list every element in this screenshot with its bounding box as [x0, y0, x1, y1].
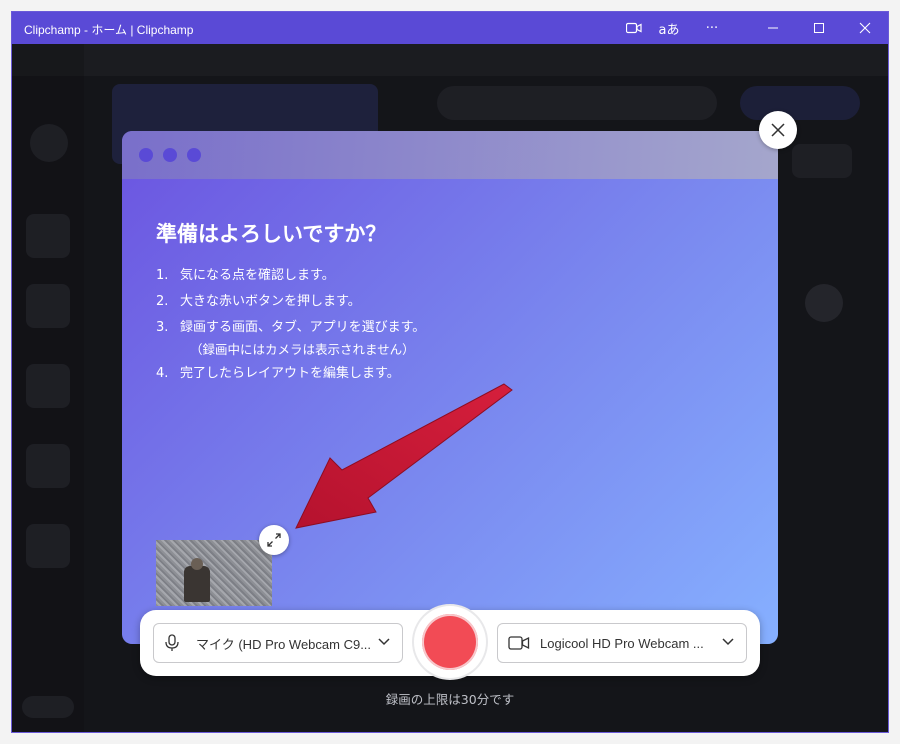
microphone-icon	[164, 634, 188, 652]
recording-limit-text: 録画の上限は30分です	[385, 692, 515, 707]
record-button[interactable]	[422, 614, 478, 670]
chevron-down-icon	[722, 635, 734, 649]
camera-label: Logicool HD Pro Webcam ...	[540, 635, 704, 651]
expand-icon[interactable]	[259, 525, 289, 555]
camera-preview	[156, 540, 272, 606]
chevron-down-icon	[378, 635, 390, 649]
microphone-label: マイク (HD Pro Webcam C9...	[196, 636, 372, 652]
close-icon[interactable]	[759, 111, 797, 149]
app-window: Clipchamp - ホーム | Clipchamp aあ ··· 準備はよろ…	[12, 12, 888, 732]
camera-select[interactable]: Logicool HD Pro Webcam ...	[497, 623, 747, 663]
video-camera-icon	[508, 635, 532, 651]
microphone-select[interactable]: マイク (HD Pro Webcam C9...	[153, 623, 403, 663]
record-button-ring	[414, 606, 486, 678]
